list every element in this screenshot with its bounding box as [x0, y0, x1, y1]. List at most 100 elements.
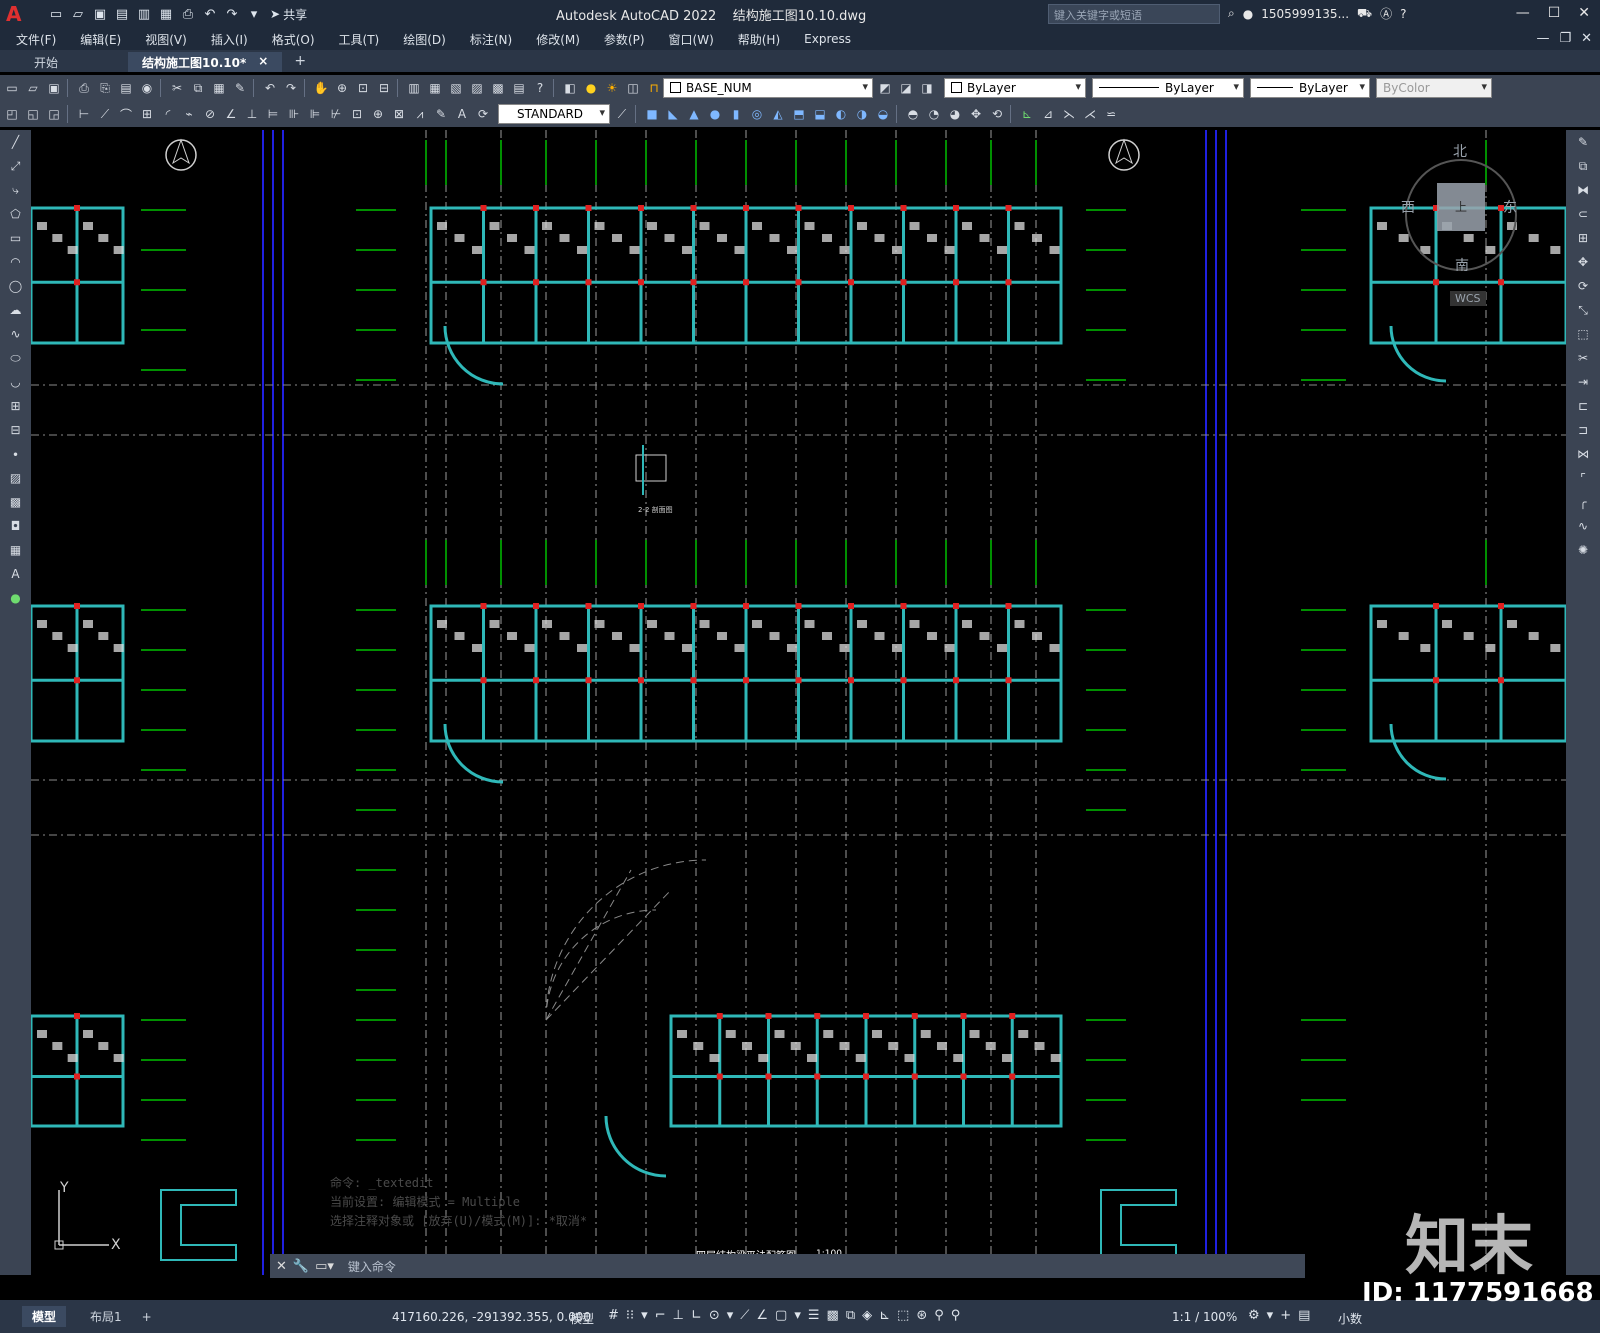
sphere-icon[interactable]: ● — [706, 105, 724, 123]
dimension-space-icon[interactable]: ⊫ — [306, 105, 324, 123]
menu-modify[interactable]: 修改(M) — [536, 31, 580, 48]
undo-icon[interactable]: ↶ — [202, 6, 218, 22]
explode-icon[interactable]: ✺ — [1574, 541, 1592, 559]
a360-icon[interactable]: Ⓐ — [1380, 5, 1392, 22]
menu-window[interactable]: 窗口(W) — [669, 31, 714, 48]
jogged-dimension-icon[interactable]: ⌁ — [180, 105, 198, 123]
menu-dimension[interactable]: 标注(N) — [470, 31, 512, 48]
scale-icon[interactable]: ⤡ — [1574, 301, 1592, 319]
loft-icon[interactable]: ◒ — [874, 105, 892, 123]
annotation-monitor-icon[interactable]: + — [1280, 1308, 1291, 1323]
properties-icon[interactable]: ▥ — [405, 79, 423, 97]
blend-curves-icon[interactable]: ∿ — [1574, 517, 1592, 535]
layer-properties-icon[interactable]: ◧ — [561, 79, 579, 97]
3d-osnap-icon[interactable]: ◈ — [862, 1308, 872, 1323]
calculator-icon[interactable]: ▤ — [510, 79, 528, 97]
move-icon[interactable]: ✥ — [1574, 253, 1592, 271]
stretch-icon[interactable]: ⬚ — [1574, 325, 1592, 343]
layout-tab-model[interactable]: 模型 — [22, 1306, 67, 1327]
user-icon[interactable]: ● — [1243, 7, 1253, 21]
help-tool-icon[interactable]: ? — [531, 79, 549, 97]
plot-icon[interactable]: ⎙ — [180, 6, 196, 22]
osnap-icon[interactable]: ▢ — [775, 1308, 787, 1323]
save-as-icon[interactable]: ▤ — [114, 6, 130, 22]
menu-file[interactable]: 文件(F) — [16, 31, 56, 48]
linear-dimension-icon[interactable]: ⊢ — [75, 105, 93, 123]
cut-icon[interactable]: ✂ — [168, 79, 186, 97]
draw-order-icon[interactable]: ◰ — [3, 105, 21, 123]
user-name[interactable]: 1505999135... — [1261, 7, 1349, 21]
make-current-layer-icon[interactable]: ◩ — [876, 79, 894, 97]
spline-icon[interactable]: ∿ — [7, 325, 25, 343]
ellipse-arc-icon[interactable]: ◡ — [7, 373, 25, 391]
construction-line-icon[interactable]: ⤢ — [7, 157, 25, 175]
help-icon[interactable]: ? — [1400, 7, 1406, 21]
3d-dwf-icon[interactable]: ◉ — [138, 79, 156, 97]
dimension-style-icon[interactable]: ⟋ — [613, 105, 631, 123]
3d-rotate-icon[interactable]: ⟲ — [988, 105, 1006, 123]
publish-icon[interactable]: ▤ — [117, 79, 135, 97]
search-icon[interactable]: ⌕ — [1228, 6, 1235, 21]
wedge-icon[interactable]: ◣ — [664, 105, 682, 123]
ucs-object-icon[interactable]: ⋍ — [1102, 105, 1120, 123]
group-icon[interactable]: ◲ — [45, 105, 63, 123]
jogged-linear-icon[interactable]: ⩘ — [411, 105, 429, 123]
drawing-canvas[interactable]: 2-2 剖面图 X Y 北 南 西 东 上 WCS — [31, 130, 1566, 1275]
color-dropdown[interactable]: ByLayer — [944, 78, 1086, 98]
tab-close-icon[interactable]: × — [258, 54, 268, 70]
radius-dimension-icon[interactable]: ◜ — [159, 105, 177, 123]
pyramid-icon[interactable]: ◭ — [769, 105, 787, 123]
doc-close-icon[interactable]: ✕ — [1581, 31, 1592, 46]
zoom-window-icon[interactable]: ⊡ — [354, 79, 372, 97]
polyline-icon[interactable]: ⤷ — [7, 181, 25, 199]
osnap-tracking-icon[interactable]: ∠ — [756, 1308, 768, 1323]
ucs-face-icon[interactable]: ⋌ — [1081, 105, 1099, 123]
sweep-icon[interactable]: ◑ — [853, 105, 871, 123]
cone-icon[interactable]: ▲ — [685, 105, 703, 123]
tab-active-drawing[interactable]: 结构施工图10.10* × — [128, 52, 283, 72]
copy-icon[interactable]: ⧉ — [189, 79, 207, 97]
isodraft-icon[interactable]: ⟋ — [740, 1308, 749, 1323]
circle-icon[interactable]: ◯ — [7, 277, 25, 295]
linetype-dropdown[interactable]: ByLayer — [1092, 78, 1244, 98]
design-center-icon[interactable]: ▦ — [426, 79, 444, 97]
aligned-dimension-icon[interactable]: ⟋ — [96, 105, 114, 123]
viewcube[interactable]: 北 南 西 东 上 WCS — [1395, 135, 1525, 306]
offset-icon[interactable]: ⊂ — [1574, 205, 1592, 223]
match-properties-icon[interactable]: ✎ — [231, 79, 249, 97]
add-layout-button[interactable]: + — [132, 1308, 162, 1326]
print-icon[interactable]: ⎙ — [75, 79, 93, 97]
auto-scale-icon[interactable]: ⚲ — [951, 1308, 961, 1323]
ucs-world-icon[interactable]: ⊿ — [1039, 105, 1057, 123]
save-tool-icon[interactable]: ▣ — [45, 79, 63, 97]
annotation-scale[interactable]: 1:1 / 100% — [1172, 1310, 1237, 1324]
wcs-menu[interactable]: WCS — [1450, 291, 1486, 306]
model-space-toggle[interactable]: 模型 — [570, 1310, 594, 1327]
rectangle-icon[interactable]: ▭ — [7, 229, 25, 247]
polygon-icon[interactable]: ⬠ — [7, 205, 25, 223]
infer-constraints-icon[interactable]: ⌐ — [655, 1308, 666, 1323]
compass-east[interactable]: 东 — [1503, 197, 1517, 217]
plotstyle-dropdown[interactable]: ByColor — [1376, 78, 1492, 98]
redo-tool-icon[interactable]: ↷ — [282, 79, 300, 97]
subtract-icon[interactable]: ◔ — [925, 105, 943, 123]
snap-icon[interactable]: ⁝⁝ — [626, 1308, 634, 1323]
menu-view[interactable]: 视图(V) — [145, 31, 187, 48]
menu-tools[interactable]: 工具(T) — [339, 31, 380, 48]
layer-previous-icon[interactable]: ◪ — [897, 79, 915, 97]
polar-icon[interactable]: ⊙ — [709, 1308, 720, 1323]
undo-tool-icon[interactable]: ↶ — [261, 79, 279, 97]
continue-dimension-icon[interactable]: ⊪ — [285, 105, 303, 123]
dimension-style-dropdown[interactable]: STANDARD — [498, 104, 610, 124]
units-readout[interactable]: 小数 — [1338, 1310, 1362, 1327]
sheet-set-icon[interactable]: ▨ — [468, 79, 486, 97]
open-file-icon[interactable]: ▱ — [70, 6, 86, 22]
cylinder-icon[interactable]: ▮ — [727, 105, 745, 123]
region-icon[interactable]: ◘ — [7, 517, 25, 535]
layer-states-icon[interactable]: ◨ — [918, 79, 936, 97]
lock-icon[interactable]: ⊓ — [645, 79, 663, 97]
menu-draw[interactable]: 绘图(D) — [403, 31, 446, 48]
intersect-icon[interactable]: ◕ — [946, 105, 964, 123]
workspace-dropdown-icon[interactable]: ▾ — [1267, 1308, 1274, 1323]
block-editor-icon[interactable]: ◱ — [24, 105, 42, 123]
